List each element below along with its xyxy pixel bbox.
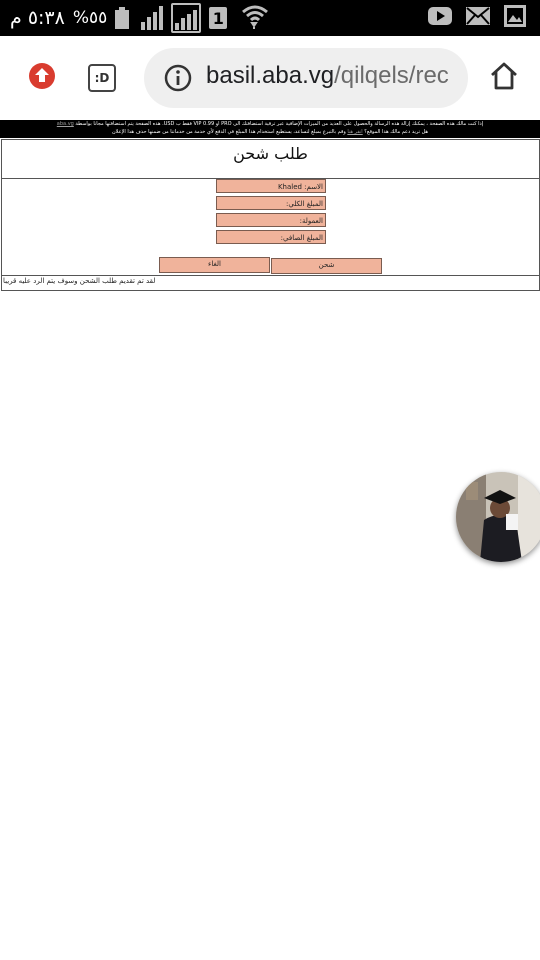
message-section: لقد تم تقديم طلب الشحن وسوف يتم الرد علي…: [1, 275, 540, 291]
home-button[interactable]: [484, 58, 524, 98]
wifi-icon: [241, 3, 269, 33]
banner-line-1: إذا كنت مالك هذه الصفحة ، يمكنك إزالة هذ…: [56, 121, 484, 127]
total-amount-field[interactable]: المبلغ الكلي:: [216, 196, 326, 210]
update-icon: [28, 62, 56, 94]
clock: ٥:٣٨ م: [10, 7, 65, 29]
url-path: /qilqels/rec: [334, 62, 449, 89]
home-icon: [489, 61, 519, 95]
banner-link-1[interactable]: aba.vg: [57, 121, 74, 127]
status-bar: ٥:٣٨ م %٥٥ 1: [0, 0, 540, 36]
browser-toolbar: :D basil.aba.vg/qilqels/rec: [0, 36, 540, 120]
url-domain: basil.aba.vg: [206, 62, 335, 89]
status-right: [428, 0, 526, 36]
tab-switcher-icon: :D: [88, 64, 116, 92]
address-bar[interactable]: basil.aba.vg/qilqels/rec: [144, 48, 468, 108]
graduate-photo: [456, 472, 540, 562]
banner-link-2[interactable]: انقر هنا: [347, 129, 362, 135]
charge-button[interactable]: شحن: [271, 258, 382, 274]
url-text[interactable]: basil.aba.vg/qilqels/rec: [206, 62, 449, 90]
tab-switcher-button[interactable]: :D: [82, 58, 122, 98]
chat-head-avatar[interactable]: [456, 472, 540, 562]
commission-field[interactable]: العمولة:: [216, 213, 326, 227]
tab-switcher-label: :D: [94, 71, 110, 85]
title-section: طلب شحن: [1, 139, 540, 179]
hosting-banner: إذا كنت مالك هذه الصفحة ، يمكنك إزالة هذ…: [0, 120, 540, 138]
net-amount-field[interactable]: المبلغ الصافي:: [216, 230, 326, 244]
battery-icon: [115, 7, 130, 29]
signal-icon: [171, 3, 202, 33]
gallery-icon: [504, 5, 526, 31]
youtube-icon: [428, 7, 452, 29]
status-message: لقد تم تقديم طلب الشحن وسوف يتم الرد علي…: [3, 277, 156, 285]
signal-icon: [141, 6, 164, 30]
sim-icon: 1: [209, 7, 228, 29]
info-icon[interactable]: [164, 64, 192, 92]
page-title: طلب شحن: [233, 144, 308, 163]
update-button[interactable]: [22, 58, 62, 98]
mail-icon: [466, 7, 490, 29]
name-field[interactable]: الاسم: Khaled: [216, 179, 326, 193]
battery-percent: %٥٥: [72, 8, 108, 28]
charge-form: الاسم: Khaled المبلغ الكلي: العمولة: الم…: [1, 178, 540, 276]
cancel-button[interactable]: الغاء: [159, 257, 270, 273]
banner-line-2: هل تريد دعم مالك هذا الموقع؟ انقر هنا وق…: [111, 129, 429, 135]
status-left: ٥:٣٨ م %٥٥ 1: [10, 0, 269, 36]
